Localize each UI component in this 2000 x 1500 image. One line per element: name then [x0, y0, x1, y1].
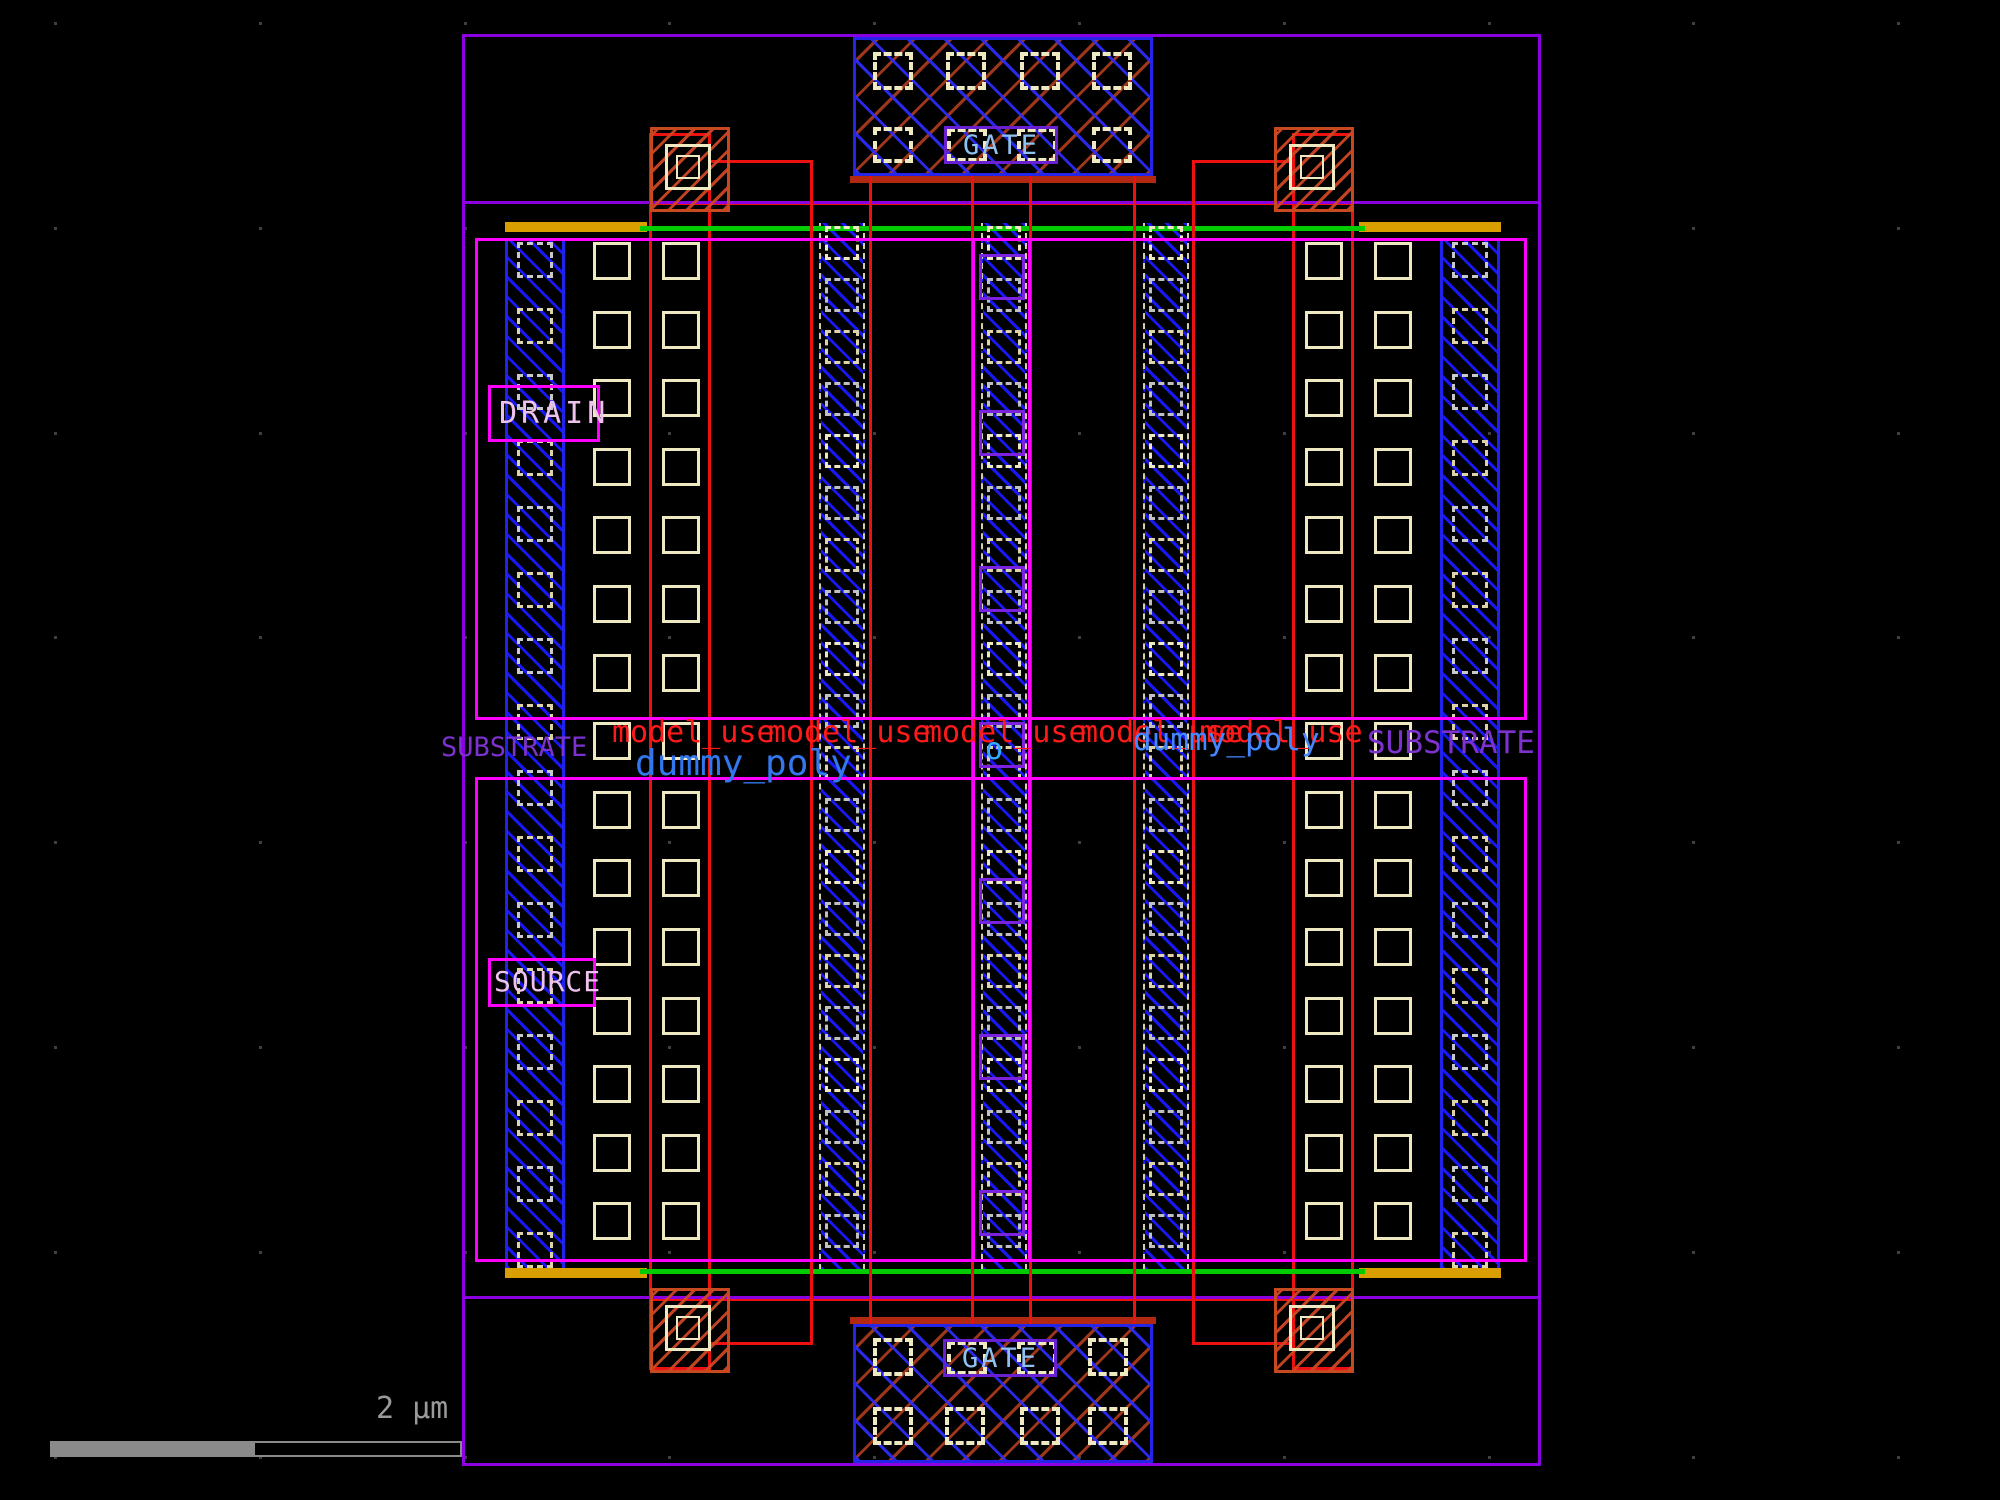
tap-contact-inner: [1300, 1316, 1324, 1340]
boundary-divider-bottom[interactable]: [462, 1296, 1541, 1299]
tap-contact-inner: [676, 1316, 700, 1340]
grid-dot: [873, 22, 876, 25]
dummy-poly-label-left[interactable]: dummy_poly: [635, 746, 852, 782]
pad-contact[interactable]: [873, 1338, 913, 1376]
grid-dot: [1897, 1251, 1900, 1254]
pad-contact[interactable]: [873, 52, 913, 90]
grid-dot: [1692, 22, 1695, 25]
grid-dot: [1692, 841, 1695, 844]
source-net-label[interactable]: SOURCE: [494, 968, 601, 996]
grid-dot: [54, 841, 57, 844]
poly-label-fragment[interactable]: o: [985, 735, 1003, 765]
pad-contact[interactable]: [1088, 1338, 1128, 1376]
grid-dot: [1692, 1456, 1695, 1459]
grid-dot: [1897, 636, 1900, 639]
grid-dot: [54, 432, 57, 435]
grid-dot: [1692, 636, 1695, 639]
grid-dot: [259, 432, 262, 435]
grid-dot: [54, 1046, 57, 1049]
substrate-net-label-left[interactable]: SUBSTRATE: [441, 734, 587, 761]
tap-contact-inner: [676, 155, 700, 179]
layout-canvas[interactable]: GATE GATE DRAIN SOURCE SUBSTRATE SUBSTRA…: [0, 0, 2000, 1500]
grid-dot: [1897, 1046, 1900, 1049]
gate-net-label-bottom[interactable]: GATE: [962, 1345, 1039, 1372]
model-use-label[interactable]: model_use: [924, 718, 1087, 748]
grid-dot: [668, 22, 671, 25]
scalebar-label: 2 µm: [376, 1394, 448, 1424]
grid-dot: [54, 227, 57, 230]
pad-contact[interactable]: [873, 127, 913, 163]
tap-contact-inner: [1300, 155, 1324, 179]
grid-dot: [1897, 1456, 1900, 1459]
grid-dot: [259, 636, 262, 639]
pad-contact[interactable]: [1088, 1407, 1128, 1445]
scalebar-fill: [50, 1441, 255, 1457]
grid-dot: [54, 636, 57, 639]
grid-dot: [259, 227, 262, 230]
pad-contact[interactable]: [1020, 52, 1060, 90]
grid-dot: [1078, 22, 1081, 25]
pad-contact[interactable]: [873, 1407, 913, 1445]
pad-contact[interactable]: [1020, 1407, 1060, 1445]
grid-dot: [259, 22, 262, 25]
drain-net-label[interactable]: DRAIN: [499, 399, 609, 429]
grid-dot: [1692, 432, 1695, 435]
boundary-divider-top[interactable]: [462, 201, 1541, 204]
grid-dot: [259, 841, 262, 844]
grid-dot: [54, 1251, 57, 1254]
grid-dot: [54, 22, 57, 25]
pad-contact[interactable]: [945, 1407, 985, 1445]
grid-dot: [1692, 1046, 1695, 1049]
pad-contact[interactable]: [946, 52, 986, 90]
grid-dot: [1488, 22, 1491, 25]
grid-dot: [1692, 227, 1695, 230]
grid-dot: [464, 22, 467, 25]
grid-dot: [259, 1251, 262, 1254]
pad-contact[interactable]: [1092, 52, 1132, 90]
grid-dot: [1897, 22, 1900, 25]
dummy-poly-label-right[interactable]: dummy_poly: [1133, 725, 1320, 756]
pad-contact[interactable]: [1092, 127, 1132, 163]
substrate-net-label-right[interactable]: SUBSTRATE: [1367, 728, 1535, 759]
grid-dot: [1897, 227, 1900, 230]
grid-dot: [1897, 841, 1900, 844]
grid-dot: [1692, 1251, 1695, 1254]
scalebar-outline: [253, 1441, 462, 1457]
grid-dot: [259, 1046, 262, 1049]
gate-net-label-top[interactable]: GATE: [963, 132, 1040, 159]
grid-dot: [1283, 22, 1286, 25]
grid-dot: [1897, 432, 1900, 435]
